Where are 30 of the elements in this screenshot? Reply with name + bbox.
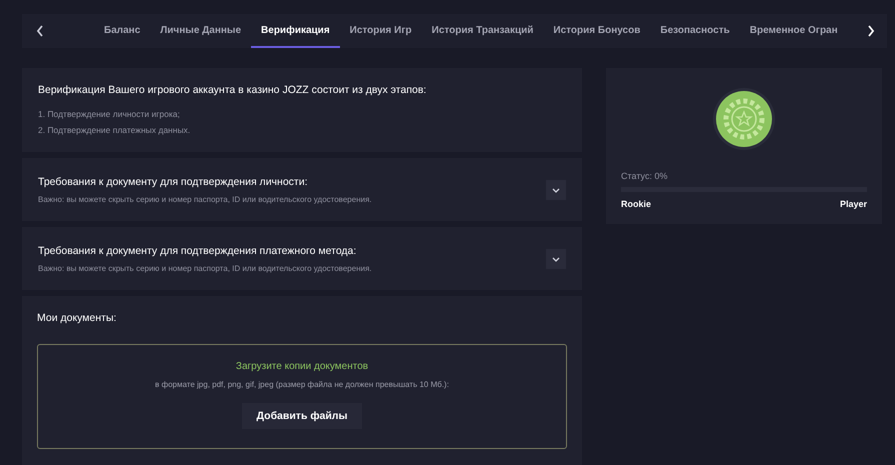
tab[interactable]: История Бонусов bbox=[543, 14, 650, 48]
chevron-down-icon bbox=[552, 186, 560, 192]
chevron-right-icon[interactable] bbox=[867, 25, 875, 37]
level-label: Rookie bbox=[621, 199, 652, 209]
tab[interactable]: История Игр bbox=[340, 14, 422, 48]
note-text: Важно: вы можете скрыть серию и номер паспорта, ID или водительского удостоверения. bbox=[38, 264, 373, 272]
tab[interactable]: История Транзакций bbox=[422, 14, 544, 48]
upload-area[interactable]: Загрузите копии документов в формате jpg, pdf, png, gif, jpeg (размер файла не должен превышать 10 Мб.): Добавить файлы bbox=[37, 344, 567, 449]
card-title: Требования к документу для подтверждения личности: bbox=[38, 176, 309, 188]
upload-title: Загрузите копии документов bbox=[236, 361, 368, 372]
add-files-button[interactable]: Добавить файлы bbox=[242, 403, 362, 429]
step-text: 1. Подтверждение личности игрока; bbox=[38, 108, 181, 121]
tab[interactable]: Баланс bbox=[94, 14, 150, 48]
upload-hint: в формате jpg, pdf, png, gif, jpeg (размер файла не должен превышать 10 Мб.): bbox=[155, 380, 449, 389]
tab[interactable]: Верификация bbox=[251, 14, 340, 48]
expand-button[interactable] bbox=[546, 180, 566, 200]
card-title: Мои документы: bbox=[37, 312, 118, 324]
tab[interactable]: Личные Данные bbox=[150, 14, 252, 48]
level-label: Player bbox=[840, 199, 867, 209]
chevron-left-icon[interactable] bbox=[36, 25, 44, 37]
step-text: 2. Подтверждение платежных данных. bbox=[38, 124, 192, 137]
tab[interactable]: Временное Огран bbox=[740, 14, 848, 48]
status-label: Статус: 0% bbox=[621, 171, 668, 181]
chevron-down-icon bbox=[552, 256, 560, 262]
expand-button[interactable] bbox=[546, 248, 566, 268]
card-title: Требования к документу для подтверждения платежного метода: bbox=[38, 244, 358, 256]
chip-icon bbox=[712, 87, 776, 151]
card-title: Верификация Вашего игрового аккаунта в казино JOZZ состоит из двух этапов: bbox=[38, 84, 428, 96]
tab[interactable]: Безопасность bbox=[650, 14, 740, 48]
note-text: Важно: вы можете скрыть серию и номер паспорта, ID или водительского удостоверения. bbox=[38, 194, 373, 204]
